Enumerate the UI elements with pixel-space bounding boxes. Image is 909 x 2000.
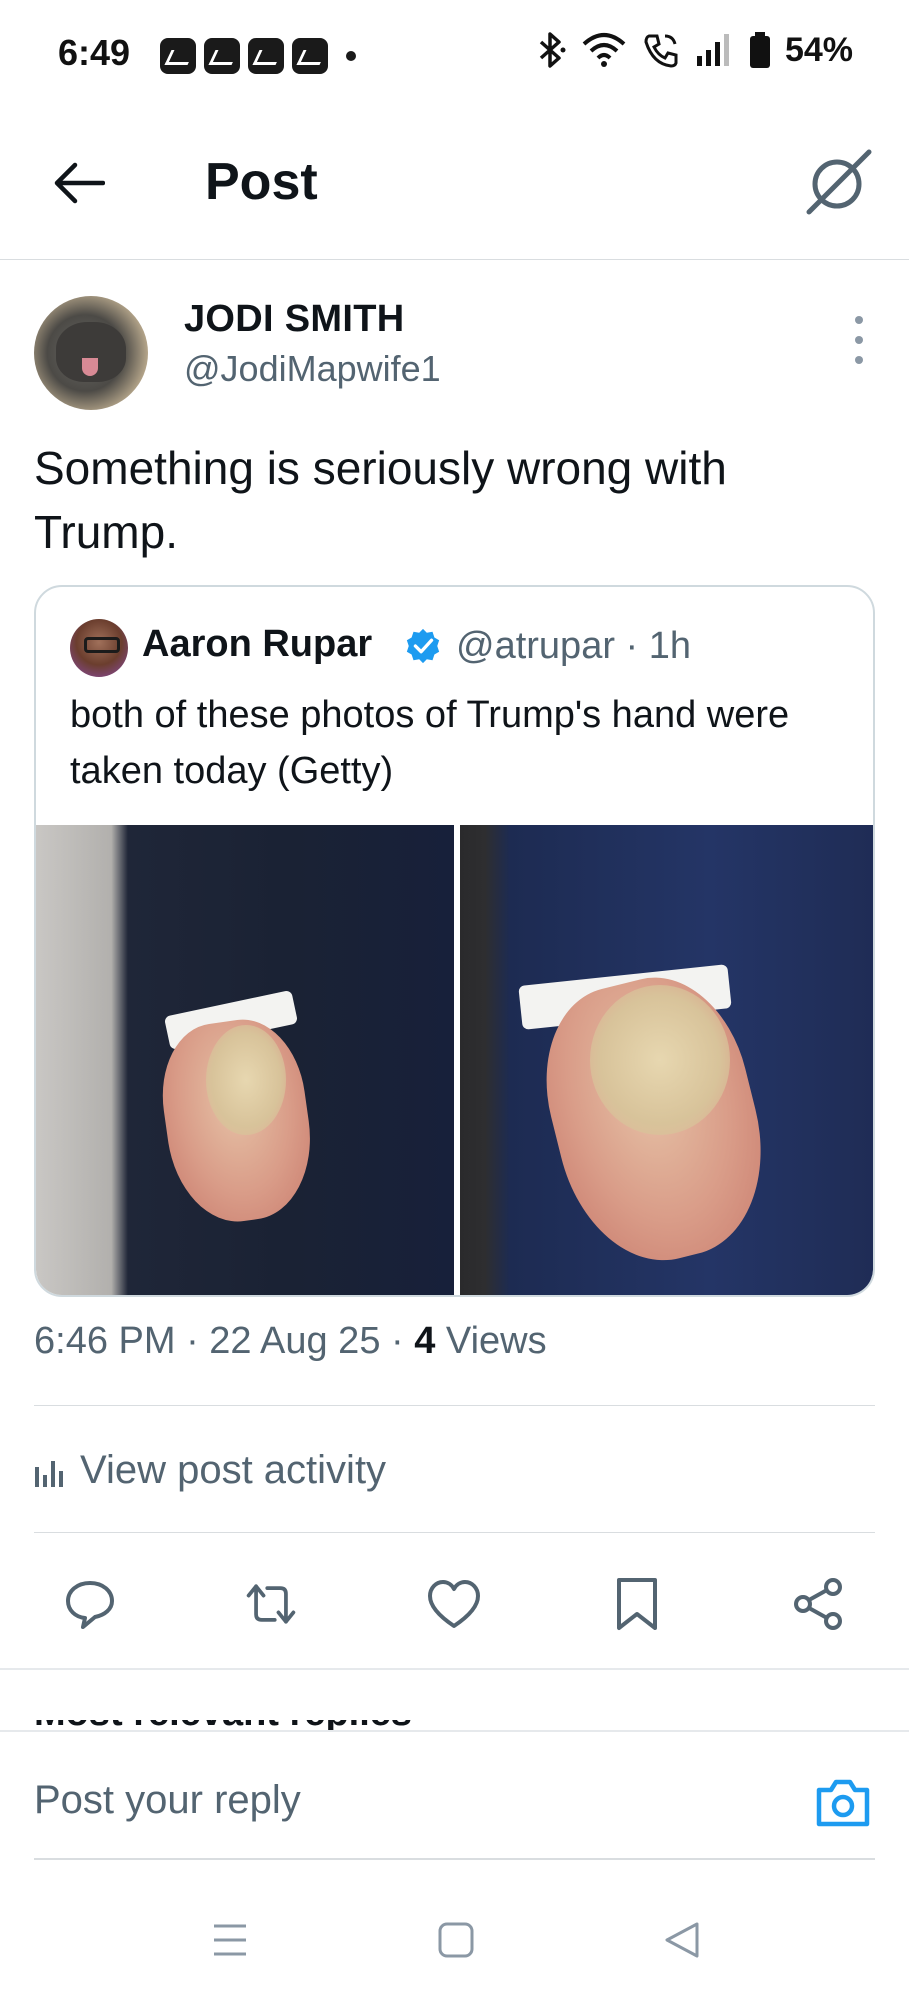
home-icon: [438, 1922, 474, 1958]
quoted-post[interactable]: Aaron Rupar @atrupar · 1h both of these …: [34, 585, 875, 1297]
post-action-bar: [0, 1562, 909, 1642]
quoted-author-avatar: [70, 619, 128, 677]
system-back-button[interactable]: [652, 1910, 712, 1970]
more-dot: [855, 316, 863, 324]
notification-icon: [204, 38, 240, 74]
divider: [34, 1532, 875, 1533]
quoted-text: both of these photos of Trump's hand wer…: [70, 694, 790, 792]
status-indicators: 54%: [535, 30, 853, 70]
avatar-detail: [82, 358, 98, 376]
divider: [34, 1405, 875, 1406]
more-dot: [855, 356, 863, 364]
like-icon: [428, 1580, 480, 1628]
home-button[interactable]: [426, 1910, 486, 1970]
recent-apps-icon: [214, 1924, 246, 1956]
repost-icon: [246, 1584, 296, 1624]
camera-icon: [816, 1779, 870, 1827]
hand-bruise: [589, 985, 730, 1135]
author-handle[interactable]: @JodiMapwife1: [184, 348, 441, 390]
view-post-activity-button[interactable]: View post activity: [34, 1440, 386, 1500]
signal-icon: [696, 34, 729, 66]
reply-button[interactable]: [62, 1576, 118, 1632]
top-app-bar: Post: [0, 110, 909, 260]
back-button[interactable]: [48, 152, 110, 214]
section-divider: [0, 1668, 909, 1670]
triangle-back-icon: [665, 1922, 699, 1958]
verified-badge-icon: [406, 628, 440, 664]
quoted-media: [36, 825, 873, 1295]
timestamp-text: 6:46 PM · 22 Aug 25 ·: [34, 1320, 415, 1362]
grok-button[interactable]: [801, 144, 875, 218]
notification-icon: [248, 38, 284, 74]
notification-icon: [292, 38, 328, 74]
hand-photo-2[interactable]: [459, 825, 873, 1295]
notification-icon: [160, 38, 196, 74]
wifi-calling-icon: [644, 34, 678, 68]
wifi-icon: [582, 33, 626, 67]
author-name[interactable]: JODI SMITH: [184, 298, 404, 341]
recent-apps-button[interactable]: [200, 1910, 260, 1970]
battery-icon: [749, 32, 770, 68]
views-count: 4: [414, 1320, 436, 1362]
hand-bruise: [206, 1025, 286, 1135]
post-text: Something is seriously wrong with Trump.: [34, 442, 727, 558]
bookmark-button[interactable]: [609, 1576, 665, 1632]
status-bar: 6:49 54%: [0, 0, 909, 110]
activity-label: View post activity: [80, 1447, 387, 1492]
reply-input[interactable]: Post your reply: [34, 1778, 301, 1823]
camera-button[interactable]: [813, 1776, 873, 1830]
quoted-meta: @atrupar · 1h: [456, 625, 692, 667]
bluetooth-icon: [539, 32, 566, 68]
repost-button[interactable]: [243, 1576, 299, 1632]
grok-icon: [806, 149, 872, 215]
reply-icon: [66, 1581, 114, 1629]
notification-icons: [160, 38, 356, 74]
arrow-left-icon: [54, 162, 105, 204]
like-button[interactable]: [426, 1576, 482, 1632]
more-dot: [855, 336, 863, 344]
analytics-icon: [35, 1461, 63, 1487]
reply-composer: Post your reply: [0, 1730, 909, 1860]
hand-photo-1[interactable]: [36, 825, 454, 1295]
views-label: Views: [435, 1320, 547, 1362]
more-options-button[interactable]: [847, 316, 871, 364]
page-title: Post: [205, 153, 318, 211]
quoted-author-name: Aaron Rupar: [142, 623, 373, 665]
battery-percent: 54%: [784, 30, 853, 69]
reply-underline: [34, 1858, 875, 1860]
more-notifications-dot: [346, 51, 356, 61]
author-avatar[interactable]: [34, 296, 148, 410]
share-icon: [794, 1578, 842, 1630]
status-time: 6:49: [58, 32, 131, 73]
share-button[interactable]: [790, 1576, 846, 1632]
bookmark-icon: [617, 1578, 657, 1630]
system-nav-bar: [0, 1880, 909, 2000]
post-timestamp: 6:46 PM · 22 Aug 25 · 4 Views: [34, 1320, 547, 1363]
